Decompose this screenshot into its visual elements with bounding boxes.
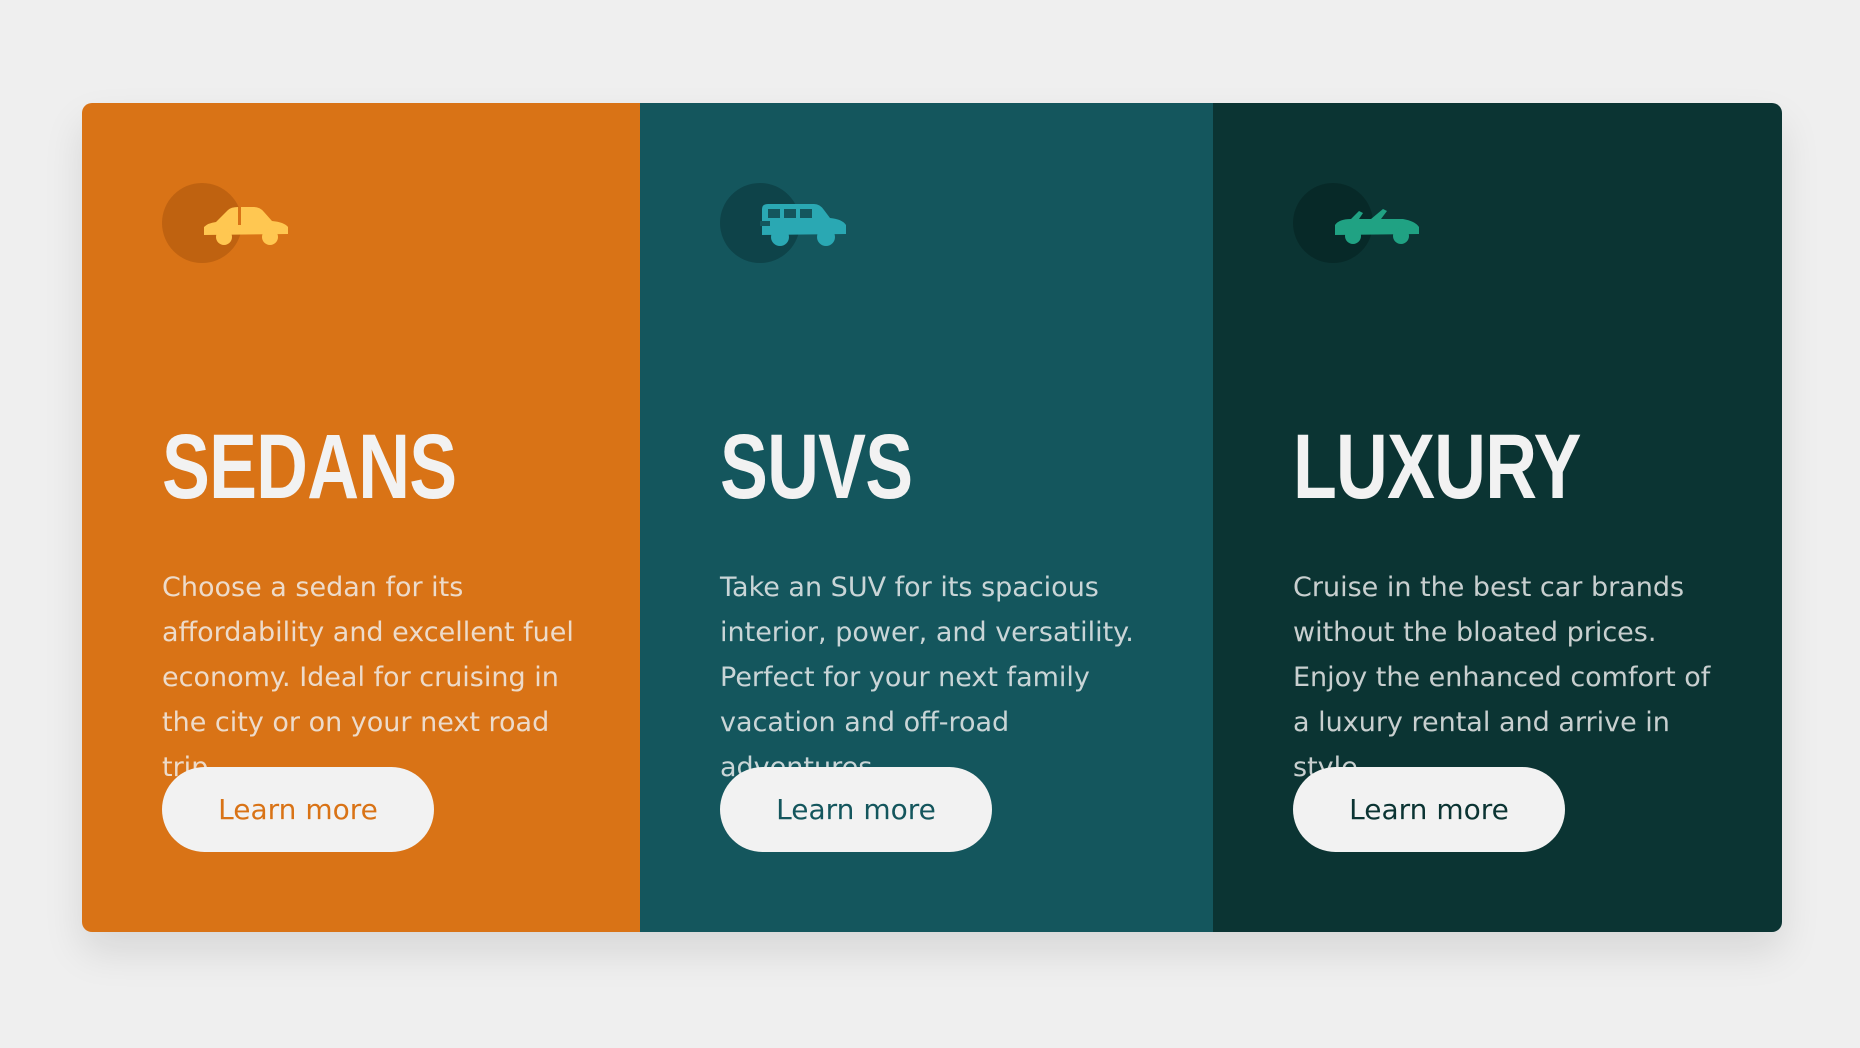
car-category-cards: SEDANS Choose a sedan for its affordabil…: [82, 103, 1782, 932]
convertible-icon: [1335, 209, 1419, 244]
card-title: LUXURY: [1293, 416, 1581, 518]
suvs-card: SUVS Take an SUV for its spacious interi…: [640, 103, 1213, 932]
sedans-card: SEDANS Choose a sedan for its affordabil…: [82, 103, 640, 932]
card-title: SEDANS: [162, 416, 457, 518]
card-description: Take an SUV for its spacious interior, p…: [720, 572, 1134, 783]
learn-more-button[interactable]: Learn more: [1293, 767, 1565, 852]
convertible-icon-wrap: [1293, 183, 1428, 263]
suv-icon-wrap: [720, 183, 855, 263]
card-title: SUVS: [720, 416, 913, 518]
card-description: Cruise in the best car brands without th…: [1293, 572, 1711, 783]
sedan-icon-wrap: [162, 183, 297, 263]
learn-more-button[interactable]: Learn more: [720, 767, 992, 852]
sedan-icon: [204, 207, 288, 245]
suv-icon: [760, 204, 846, 246]
luxury-card: LUXURY Cruise in the best car brands wit…: [1213, 103, 1782, 932]
learn-more-button[interactable]: Learn more: [162, 767, 434, 852]
card-description: Choose a sedan for its affordability and…: [162, 572, 574, 783]
